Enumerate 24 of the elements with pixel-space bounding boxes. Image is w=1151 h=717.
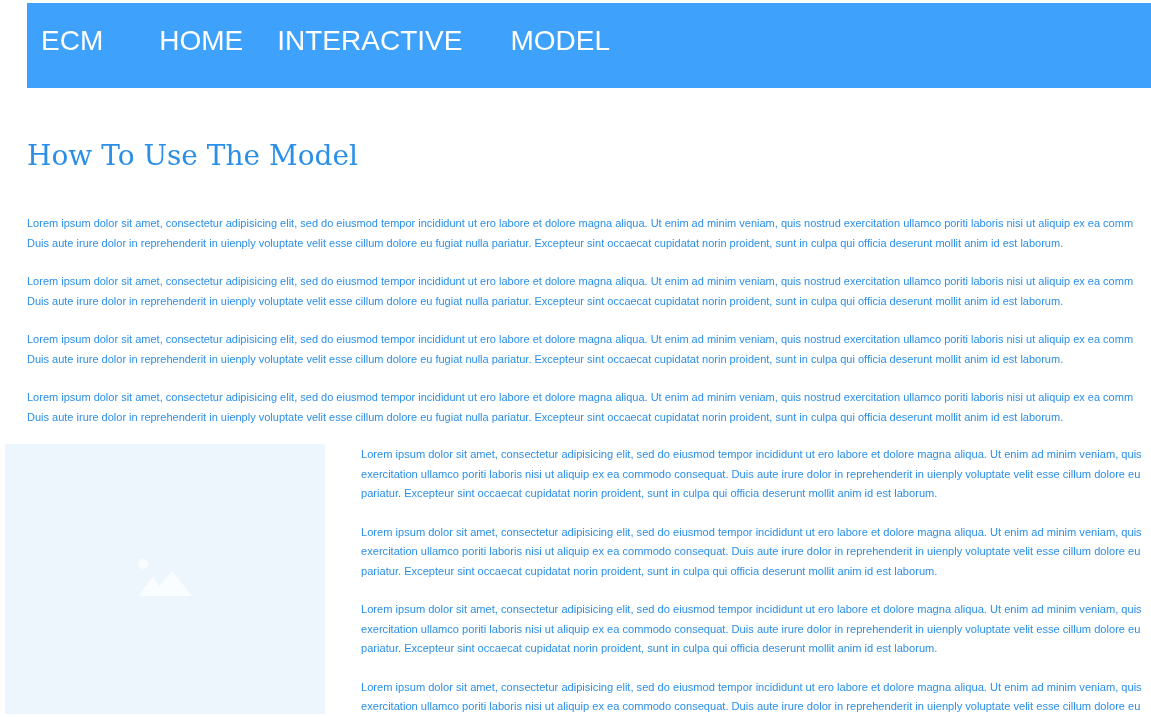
nav-link[interactable]: HOME [159,23,244,59]
paragraph-line: exercitation ullamco poriti laboris nisi ut aliquip ex ea commodo consequat. Duis aute irure dolor in reprehenderit in uienply voluptate velit esse cillum dolore eu [361,699,1142,714]
paragraph-line: exercitation ullamco poriti laboris nisi ut aliquip ex ea commodo consequat. Duis aute irure dolor in reprehenderit in uienply voluptate velit esse cillum dolore eu [361,544,1142,559]
paragraph-line: Lorem ipsum dolor sit amet, consectetur adipisicing elit, sed do eiusmod tempor incididunt ut ero labore et dolore magna aliqua. Ut enim ad minim veniam, quis nostrud exercitation ullamco poriti laboris nisi ut aliquip ex ea comm [27,390,1135,405]
paragraph-line: Lorem ipsum dolor sit amet, consectetur adipisicing elit, sed do eiusmod tempor incididunt ut ero labore et dolore magna aliqua. Ut enim ad minim veniam, quis [361,524,1142,540]
paragraph-line: Lorem ipsum dolor sit amet, consectetur adipisicing elit, sed do eiusmod tempor incididunt ut ero labore et dolore magna aliqua. Ut enim ad minim veniam, quis nostrud exercitation ullamco poriti laboris nisi ut aliquip ex ea comm [27,274,1135,289]
brand-link[interactable]: ECM [41,23,104,59]
paragraph-line: Lorem ipsum dolor sit amet, consectetur adipisicing elit, sed do eiusmod tempor incididunt ut ero labore et dolore magna aliqua. Ut enim ad minim veniam, quis nostrud exercitation ullamco poriti laboris nisi ut aliquip ex ea comm [27,216,1135,231]
paragraph-line: Duis aute irure dolor in reprehenderit in uienply voluptate velit esse cillum dolore eu fugiat nulla pariatur. Excepteur sint occaecat cupidatat norin proident, sunt in culpa qui officia deserunt mollit anim id est laborum. [27,235,1065,251]
paragraph-line: exercitation ullamco poriti laboris nisi ut aliquip ex ea commodo consequat. Duis aute irure dolor in reprehenderit in uienply voluptate velit esse cillum dolore eu [361,621,1142,637]
paragraph-line: pariatur. Excepteur sint occaecat cupidatat norin proident, sunt in culpa qui officia deserunt mollit anim id est laborum. [361,486,939,501]
paragraph-line: Lorem ipsum dolor sit amet, consectetur adipisicing elit, sed do eiusmod tempor incididunt ut ero labore et dolore magna aliqua. Ut enim ad minim veniam, quis [361,679,1142,695]
paragraph-line: exercitation ullamco poriti laboris nisi ut aliquip ex ea commodo consequat. Duis aute irure dolor in reprehenderit in uienply voluptate velit esse cillum dolore eu [361,466,1142,482]
paragraph-line: pariatur. Excepteur sint occaecat cupidatat norin proident, sunt in culpa qui officia deserunt mollit anim id est laborum. [361,641,939,656]
paragraph-line: Duis aute irure dolor in reprehenderit in uienply voluptate velit esse cillum dolore eu fugiat nulla pariatur. Excepteur sint occaecat cupidatat norin proident, sunt in culpa qui officia deserunt mollit anim id est laborum. [27,351,1065,367]
paragraph-line: Lorem ipsum dolor sit amet, consectetur adipisicing elit, sed do eiusmod tempor incididunt ut ero labore et dolore magna aliqua. Ut enim ad minim veniam, quis nostrud exercitation ullamco poriti laboris nisi ut aliquip ex ea comm [27,332,1135,347]
paragraph-line: Duis aute irure dolor in reprehenderit in uienply voluptate velit esse cillum dolore eu fugiat nulla pariatur. Excepteur sint occaecat cupidatat norin proident, sunt in culpa qui officia deserunt mollit anim id est laborum. [27,409,1065,425]
page-heading: How To Use The Model [27,138,359,174]
paragraph-line: Duis aute irure dolor in reprehenderit in uienply voluptate velit esse cillum dolore eu fugiat nulla pariatur. Excepteur sint occaecat cupidatat norin proident, sunt in culpa qui officia deserunt mollit anim id est laborum. [27,293,1065,309]
paragraph-line: Lorem ipsum dolor sit amet, consectetur adipisicing elit, sed do eiusmod tempor incididunt ut ero labore et dolore magna aliqua. Ut enim ad minim veniam, quis [361,602,1142,617]
paragraph-line: Lorem ipsum dolor sit amet, consectetur adipisicing elit, sed do eiusmod tempor incididunt ut ero labore et dolore magna aliqua. Ut enim ad minim veniam, quis [361,447,1142,462]
nav-link[interactable]: MODEL [510,23,610,59]
nav-link[interactable]: INTERACTIVE [277,23,463,59]
paragraph-line: pariatur. Excepteur sint occaecat cupidatat norin proident, sunt in culpa qui officia deserunt mollit anim id est laborum. [361,563,939,579]
